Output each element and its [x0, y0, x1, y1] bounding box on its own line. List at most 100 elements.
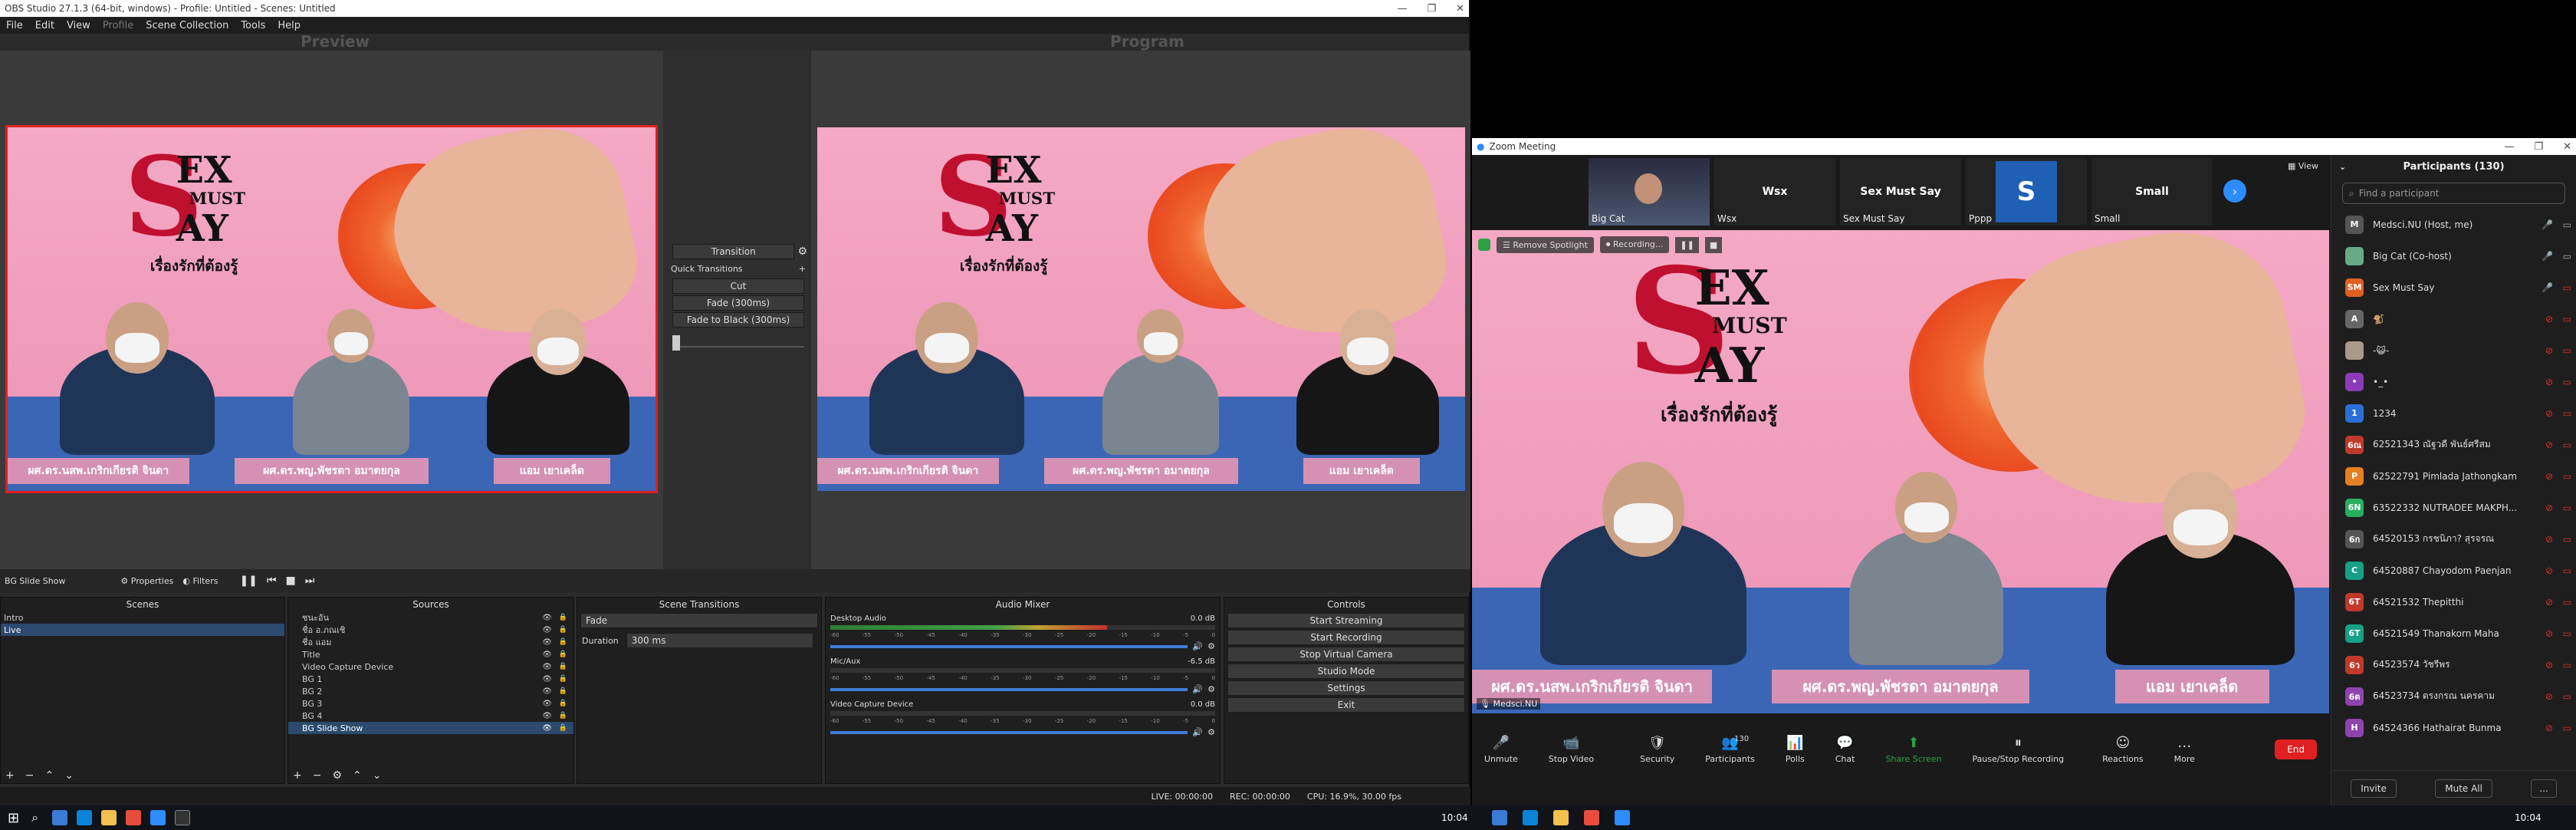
zoom-taskbar-icon[interactable] [1615, 810, 1630, 825]
source-item[interactable]: BG 3 👁 🔒 [288, 697, 573, 710]
chrome-icon[interactable] [126, 810, 142, 825]
lock-icon[interactable]: 🔒 [559, 626, 567, 634]
gear-icon[interactable]: ⚙ [332, 769, 342, 782]
source-item[interactable]: ชนะอัน 👁 🔒 [288, 611, 573, 624]
slider-track[interactable] [830, 687, 1188, 691]
file-explorer-icon[interactable] [1553, 810, 1569, 825]
menu-edit[interactable]: Edit [35, 20, 54, 31]
participant-row[interactable]: 6ก 64520153 กรชนิภา? สุรจรณ ⊘ ▭ [2331, 523, 2576, 555]
toolbar-participants-button[interactable]: 👥 Participants 130 [1705, 735, 1755, 764]
menu-view[interactable]: View [67, 20, 90, 31]
windows-start-icon[interactable]: ⊞ [8, 810, 19, 826]
menu-profile[interactable]: Profile [103, 20, 133, 31]
pause-icon[interactable]: ❚❚ [1675, 236, 1699, 253]
participant-row[interactable]: H 64524366 Hathairat Bunma ⊘ ▭ [2331, 712, 2576, 743]
plus-icon[interactable]: + [799, 264, 806, 274]
t-bar-handle[interactable] [672, 335, 680, 351]
participant-row[interactable]: -😺- ⊘ ▭ [2331, 334, 2576, 366]
slider-track[interactable] [830, 730, 1188, 734]
toolbar-reactions-button[interactable]: ☺ Reactions [2102, 735, 2144, 764]
minimize-icon[interactable]: — [1397, 3, 1407, 15]
maximize-icon[interactable]: ❐ [1427, 3, 1436, 15]
close-icon[interactable]: ✕ [1456, 3, 1464, 15]
move-up-icon[interactable]: ⌃ [44, 769, 54, 782]
menu-tools[interactable]: Tools [241, 20, 265, 31]
toolbar-more-button[interactable]: … More [2174, 735, 2195, 764]
task-view-icon[interactable] [1492, 810, 1507, 825]
participant-row[interactable]: 6ณ 62521343 ณัฐวดี พันธ์ศรีสม ⊘ ▭ [2331, 429, 2576, 460]
participant-row[interactable]: Big Cat (Co-host) 🎤 ▭ [2331, 240, 2576, 272]
menu-scene-collection[interactable]: Scene Collection [146, 20, 228, 31]
invite-button[interactable]: Invite [2351, 779, 2397, 798]
thumbnail-big-cat[interactable]: Big Cat [1589, 158, 1710, 226]
source-item[interactable]: Title 👁 🔒 [288, 648, 573, 660]
participant-row[interactable]: 6T 64521549 Thanakorn Maha ⊘ ▭ [2331, 618, 2576, 649]
toolbar-chat-button[interactable]: 💬 Chat [1835, 735, 1855, 764]
thumbnail-pppp[interactable]: S Pppp [1966, 158, 2087, 226]
obs-taskbar-icon[interactable] [175, 810, 191, 825]
gear-icon[interactable]: ⚙ [1208, 641, 1215, 651]
stop-icon[interactable]: ■ [286, 575, 296, 587]
minimize-icon[interactable]: — [2504, 141, 2514, 153]
participant-row[interactable]: C 64520887 Chayodom Paenjan ⊘ ▭ [2331, 555, 2576, 586]
pause-icon[interactable]: ❚❚ [239, 575, 257, 587]
eye-icon[interactable]: 👁 [542, 614, 552, 622]
maximize-icon[interactable]: ❐ [2534, 141, 2543, 153]
participant-row[interactable]: M Medsci.NU (Host, me) 🎤 ▭ [2331, 209, 2576, 240]
source-item[interactable]: ชื่อ อ.ภณเชิ 👁 🔒 [288, 624, 573, 636]
scene-item[interactable]: Live [1, 624, 284, 636]
source-item[interactable]: ชื่อ แอม 👁 🔒 [288, 636, 573, 648]
eye-icon[interactable]: 👁 [542, 626, 552, 634]
preview-canvas[interactable]: S EX MUST AY เรื่องรักที่ต้องรู้ ผศ.ดร.นสพ.เก… [5, 125, 658, 493]
toolbar-share-screen-button[interactable]: ⬆ Share Screen [1885, 735, 1941, 764]
remove-spotlight-button[interactable]: ☰ Remove Spotlight [1497, 236, 1594, 253]
participant-row[interactable]: A 🐒 ⊘ ▭ [2331, 303, 2576, 334]
participant-row[interactable]: 6N 63522332 NUTRADEE MAKPH... ⊘ ▭ [2331, 492, 2576, 523]
volume-slider[interactable]: 🔊 ⚙ [830, 684, 1215, 694]
t-bar-slider[interactable] [672, 332, 804, 351]
search-icon[interactable]: ⌕ [31, 810, 38, 825]
toolbar-stop-video-button[interactable]: 📹 Stop Video [1549, 735, 1594, 764]
lock-icon[interactable]: 🔒 [559, 614, 567, 621]
source-item[interactable]: BG 1 👁 🔒 [288, 673, 573, 685]
move-down-icon[interactable]: ⌄ [64, 769, 74, 782]
menu-file[interactable]: File [6, 20, 23, 31]
gear-icon[interactable]: ⚙ [797, 245, 807, 258]
lock-icon[interactable]: 🔒 [559, 712, 567, 720]
add-icon[interactable]: + [293, 769, 302, 782]
remove-icon[interactable]: − [25, 769, 34, 782]
lock-icon[interactable]: 🔒 [559, 675, 567, 683]
thumbnail-sex-must-say[interactable]: Sex Must Say Sex Must Say [1840, 158, 1961, 226]
menu-help[interactable]: Help [278, 20, 301, 31]
source-item[interactable]: BG Slide Show 👁 🔒 [288, 722, 573, 734]
chrome-icon[interactable] [1584, 810, 1599, 825]
volume-slider[interactable]: 🔊 ⚙ [830, 641, 1215, 651]
zoom-taskbar-icon[interactable] [150, 810, 166, 825]
control-start-streaming-button[interactable]: Start Streaming [1227, 613, 1465, 628]
filters-button[interactable]: ◐ Filters [182, 576, 218, 586]
speaker-icon[interactable]: 🔊 [1192, 727, 1203, 737]
close-icon[interactable]: ✕ [2563, 141, 2571, 153]
more-button[interactable]: ... [2531, 779, 2557, 798]
next-icon[interactable]: ⏭ [305, 575, 315, 587]
participant-row[interactable]: P 62522791 Pimlada Jathongkam ⊘ ▭ [2331, 460, 2576, 492]
control-start-recording-button[interactable]: Start Recording [1227, 630, 1465, 645]
participant-row[interactable]: • •_• ⊘ ▭ [2331, 366, 2576, 397]
eye-icon[interactable]: 👁 [542, 675, 552, 683]
eye-icon[interactable]: 👁 [542, 687, 552, 696]
duration-input[interactable]: 300 ms [626, 633, 813, 648]
volume-slider[interactable]: 🔊 ⚙ [830, 727, 1215, 737]
gear-icon[interactable]: ⚙ [1208, 684, 1215, 694]
source-item[interactable]: Video Capture Device 👁 🔒 [288, 660, 573, 673]
lock-icon[interactable]: 🔒 [559, 724, 567, 732]
view-button[interactable]: ▦ View [2288, 161, 2318, 171]
transition-button[interactable]: Transition [672, 244, 795, 259]
eye-icon[interactable]: 👁 [542, 663, 552, 671]
toolbar-pause-stop-recording-button[interactable]: ⏸ Pause/Stop Recording [1973, 735, 2065, 764]
control-studio-mode-button[interactable]: Studio Mode [1227, 664, 1465, 679]
end-meeting-button[interactable]: End [2275, 739, 2317, 759]
lock-icon[interactable]: 🔒 [559, 663, 567, 670]
source-item[interactable]: BG 4 👁 🔒 [288, 710, 573, 722]
source-item[interactable]: BG 2 👁 🔒 [288, 685, 573, 697]
eye-icon[interactable]: 👁 [542, 712, 552, 720]
